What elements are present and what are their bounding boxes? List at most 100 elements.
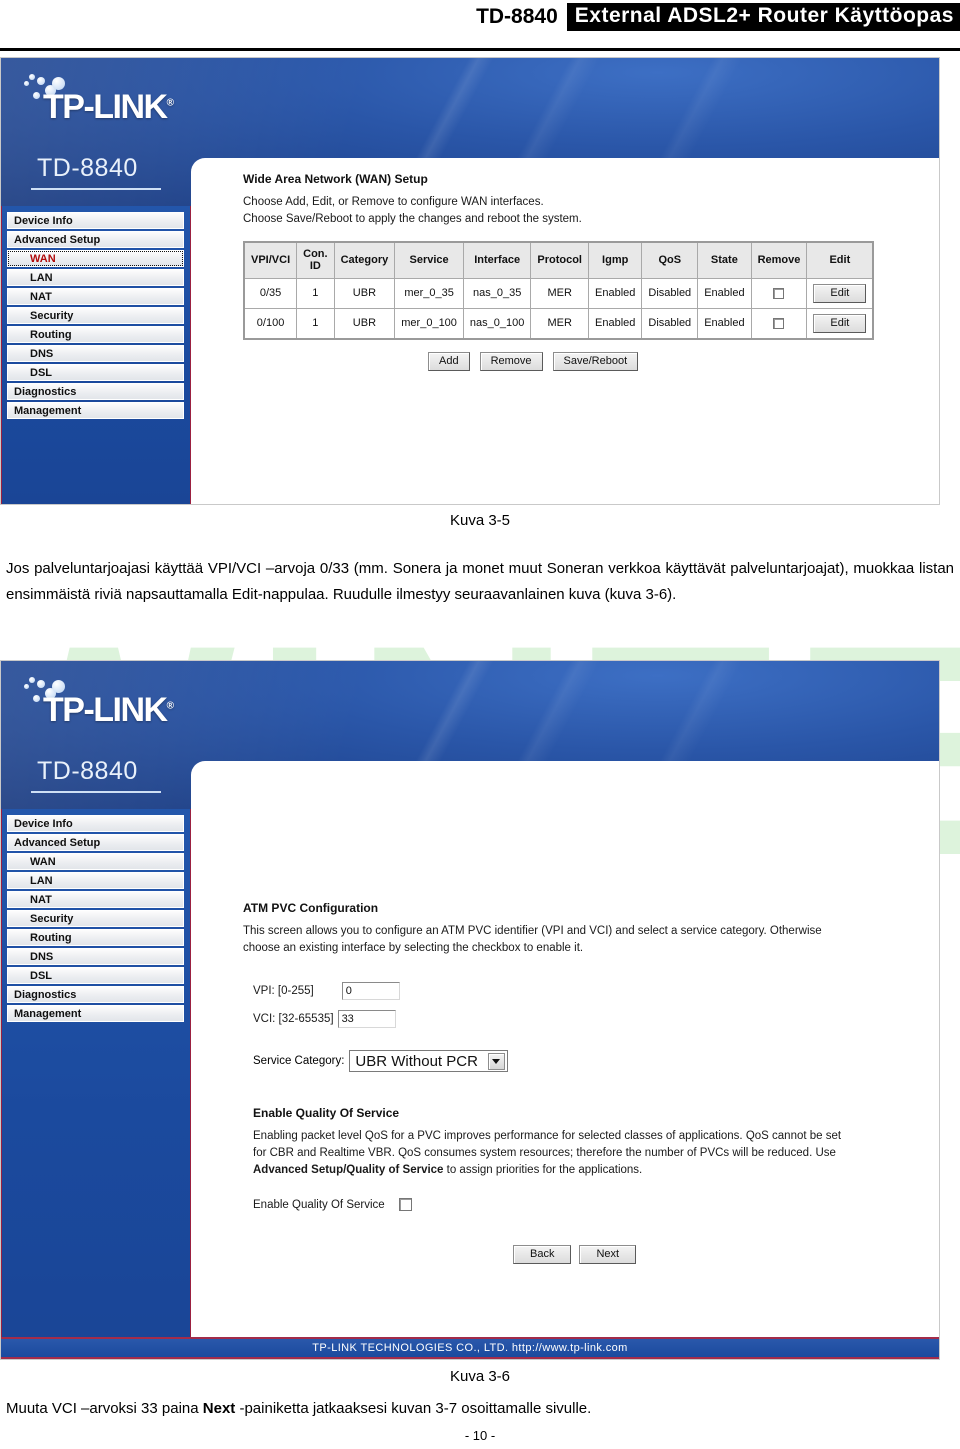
sidebar-item-lan[interactable]: LAN xyxy=(7,269,184,286)
col-header-con-id-line2: ID xyxy=(309,260,321,273)
body-paragraph-2-post: -painiketta jatkaaksesi kuvan 3-7 osoitt… xyxy=(235,1400,592,1417)
cell-qos: Disabled xyxy=(641,277,699,309)
sidebar-item-wan[interactable]: WAN xyxy=(7,853,184,870)
device-model-name: TD-8840 xyxy=(37,757,138,785)
sidebar-item-dsl[interactable]: DSL xyxy=(7,364,184,381)
cell-qos: Disabled xyxy=(641,307,699,340)
sidebar-item-security[interactable]: Security xyxy=(7,910,184,927)
col-header-service: Service xyxy=(394,241,464,279)
cell-interface: nas_0_100 xyxy=(462,307,532,340)
wan-setup-heading: Wide Area Network (WAN) Setup xyxy=(243,172,428,186)
col-header-remove: Remove xyxy=(750,241,808,279)
vci-field-row: VCI: [32-65535] xyxy=(243,1010,923,1029)
sidebar-item-security[interactable]: Security xyxy=(7,307,184,324)
next-button[interactable]: Next xyxy=(579,1245,637,1265)
table-row: 0/35 1 UBR mer_0_35 nas_0_35 MER Enabled… xyxy=(243,277,874,309)
service-category-dropdown[interactable]: UBR Without PCR xyxy=(349,1050,508,1073)
edit-row-button[interactable]: Edit xyxy=(813,313,867,333)
col-header-state: State xyxy=(697,241,752,279)
back-button[interactable]: Back xyxy=(513,1245,572,1265)
sidebar-item-management[interactable]: Management xyxy=(7,402,184,419)
qos-checkbox-row: Enable Quality Of Service xyxy=(253,1198,923,1212)
registered-trademark-icon: ® xyxy=(166,700,174,712)
wizard-navigation-buttons: Back Next xyxy=(513,1245,923,1265)
sidebar-item-label: DSL xyxy=(30,366,52,379)
chevron-down-icon[interactable] xyxy=(487,1052,505,1070)
sidebar-item-label: Advanced Setup xyxy=(14,836,101,849)
model-underline-divider xyxy=(31,791,161,793)
atm-pvc-desc-line-1: This screen allows you to configure an A… xyxy=(243,925,822,937)
header-title-bar: External ADSL2+ Router Käyttöopas xyxy=(566,3,960,31)
wan-setup-content-panel: Wide Area Network (WAN) Setup Choose Add… xyxy=(191,158,939,504)
cell-service: mer_0_100 xyxy=(394,307,464,340)
cell-vpi-vci: 0/35 xyxy=(243,277,298,309)
sidebar-item-diagnostics[interactable]: Diagnostics xyxy=(7,986,184,1003)
sidebar-item-nat[interactable]: NAT xyxy=(7,891,184,908)
sidebar-item-label: Advanced Setup xyxy=(14,233,101,246)
router-ui-screenshot-wan-setup: TP-LINK® TD-8840 Device Info Advanced Se… xyxy=(0,57,940,505)
body-paragraph-2-bold: Next xyxy=(202,1400,236,1417)
add-button[interactable]: Add xyxy=(428,351,470,371)
atm-pvc-content-panel: ATM PVC Configuration This screen allows… xyxy=(191,761,939,1359)
service-category-label: Service Category: xyxy=(253,1055,345,1068)
col-header-con-id: Con. ID xyxy=(296,241,335,279)
cell-remove xyxy=(750,277,808,309)
sidebar-item-label: DNS xyxy=(30,347,54,360)
cell-edit: Edit xyxy=(806,277,874,309)
sidebar-item-nat[interactable]: NAT xyxy=(7,288,184,305)
router-ui-screenshot-atm-pvc-config: TP-LINK® TD-8840 Device Info Advanced Se… xyxy=(0,660,940,1360)
sidebar-item-diagnostics[interactable]: Diagnostics xyxy=(7,383,184,400)
vpi-input[interactable] xyxy=(341,982,400,1001)
remove-button[interactable]: Remove xyxy=(479,351,543,371)
router-ui-footer: TP-LINK TECHNOLOGIES CO., LTD. http://ww… xyxy=(1,1337,939,1359)
cell-protocol: MER xyxy=(530,307,589,340)
sidebar-item-label: Security xyxy=(30,309,74,322)
col-header-qos: QoS xyxy=(641,241,699,279)
atm-pvc-heading: ATM PVC Configuration xyxy=(243,901,379,915)
page-header: TD-8840 External ADSL2+ Router Käyttöopa… xyxy=(0,0,960,34)
sidebar-item-lan[interactable]: LAN xyxy=(7,872,184,889)
cell-category: UBR xyxy=(333,307,396,340)
sidebar-item-label: NAT xyxy=(30,893,52,906)
vci-input[interactable] xyxy=(337,1010,396,1029)
save-reboot-button[interactable]: Save/Reboot xyxy=(552,351,639,371)
wan-setup-desc-line-1: Choose Add, Edit, or Remove to configure… xyxy=(243,196,544,208)
sidebar-item-label: LAN xyxy=(30,271,53,284)
sidebar-item-label: NAT xyxy=(30,290,52,303)
body-paragraph-2: Muuta VCI –arvoksi 33 paina Next -painik… xyxy=(0,1396,960,1422)
sidebar-item-device-info[interactable]: Device Info xyxy=(7,212,184,229)
cell-con-id: 1 xyxy=(296,277,335,309)
cell-igmp: Enabled xyxy=(587,307,643,340)
cell-service: mer_0_35 xyxy=(394,277,464,309)
model-underline-divider xyxy=(31,188,161,190)
sidebar-item-device-info[interactable]: Device Info xyxy=(7,815,184,832)
qos-heading: Enable Quality Of Service xyxy=(253,1106,400,1121)
sidebar-item-wan[interactable]: WAN xyxy=(7,250,184,267)
body-paragraph-2-block: Muuta VCI –arvoksi 33 paina Next -painik… xyxy=(0,1396,960,1422)
sidebar-item-label: Diagnostics xyxy=(14,385,77,398)
remove-row-checkbox[interactable] xyxy=(773,287,785,299)
cell-igmp: Enabled xyxy=(587,277,643,309)
sidebar-item-dsl[interactable]: DSL xyxy=(7,967,184,984)
remove-row-checkbox[interactable] xyxy=(773,317,785,329)
qos-checkbox-label: Enable Quality Of Service xyxy=(253,1198,385,1211)
wan-interfaces-table: VPI/VCI Con. ID Category Service Interfac… xyxy=(243,241,875,340)
sidebar-item-advanced-setup[interactable]: Advanced Setup xyxy=(7,231,184,248)
cell-con-id: 1 xyxy=(296,307,335,340)
col-header-protocol: Protocol xyxy=(530,241,589,279)
edit-row-button[interactable]: Edit xyxy=(813,283,867,303)
enable-qos-checkbox[interactable] xyxy=(398,1198,412,1212)
sidebar-item-advanced-setup[interactable]: Advanced Setup xyxy=(7,834,184,851)
sidebar-nav-1: Device Info Advanced Setup WAN LAN NAT S… xyxy=(1,206,191,504)
qos-section: Enable Quality Of Service Enabling packe… xyxy=(243,1106,923,1212)
tp-link-wordmark: TP-LINK® xyxy=(43,691,174,730)
body-paragraph-1: Jos palveluntarjoajasi käyttää VPI/VCI –… xyxy=(6,560,954,603)
sidebar-item-dns[interactable]: DNS xyxy=(7,345,184,362)
sidebar-item-routing[interactable]: Routing xyxy=(7,326,184,343)
sidebar-item-routing[interactable]: Routing xyxy=(7,929,184,946)
table-row: 0/100 1 UBR mer_0_100 nas_0_100 MER Enab… xyxy=(243,307,874,340)
tp-link-wordmark-text: TP-LINK xyxy=(43,691,168,729)
sidebar-item-management[interactable]: Management xyxy=(7,1005,184,1022)
sidebar-item-dns[interactable]: DNS xyxy=(7,948,184,965)
service-category-selected-value: UBR Without PCR xyxy=(355,1052,478,1070)
